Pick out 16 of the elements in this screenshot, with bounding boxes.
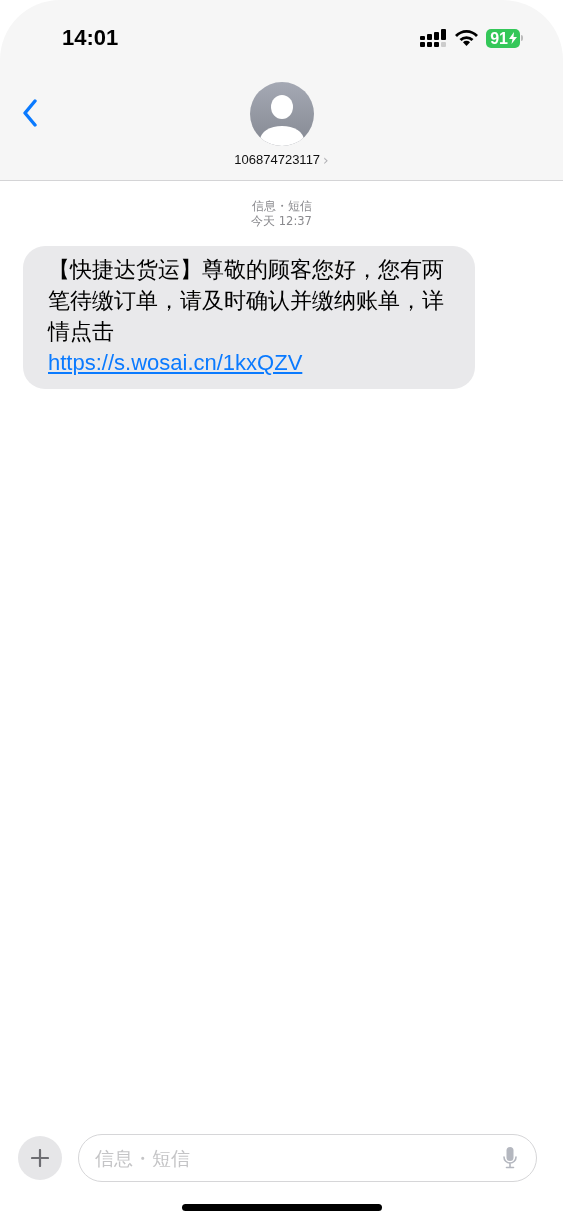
message-input[interactable]: 信息・短信 — [78, 1134, 537, 1182]
message-link[interactable]: https://s.wosai.cn/1kxQZV — [48, 347, 303, 378]
status-time: 14:01 — [62, 25, 119, 51]
signal-icon — [420, 29, 448, 47]
add-button[interactable] — [18, 1136, 62, 1180]
chevron-icon[interactable]: › — [323, 152, 329, 167]
contact-number[interactable]: 106874723117 — [234, 152, 321, 167]
service-label: 信息・短信 — [251, 199, 312, 214]
back-icon[interactable] — [22, 99, 38, 127]
microphone-icon[interactable] — [503, 1147, 517, 1169]
message-text: 【快捷达货运】尊敬的顾客您好，您有两笔待缴订单，请及时确认并缴纳账单，详情点击 — [48, 256, 445, 346]
wifi-icon — [454, 29, 480, 47]
message-time: 今天 12:37 — [251, 214, 312, 229]
battery-icon: 91 — [486, 28, 523, 48]
plus-icon — [31, 1149, 49, 1167]
avatar-icon[interactable] — [249, 82, 314, 146]
